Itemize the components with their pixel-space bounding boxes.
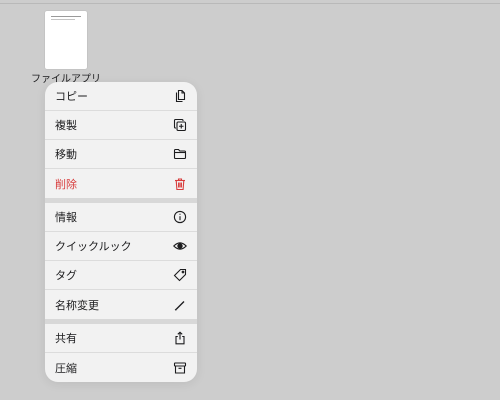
menu-item-label: タグ — [55, 269, 77, 282]
menu-item-label: 移動 — [55, 148, 77, 161]
menu-item-label: 圧縮 — [55, 361, 77, 375]
context-menu: コピー 複製 移動 削除 情報 クイックルック タグ 名称変更 共有 圧縮 — [45, 82, 197, 382]
menu-item-rename[interactable]: 名称変更 — [45, 290, 197, 319]
menu-item-tag[interactable]: タグ — [45, 261, 197, 290]
menu-item-compress[interactable]: 圧縮 — [45, 353, 197, 382]
trash-icon — [173, 177, 187, 191]
menu-item-delete[interactable]: 削除 — [45, 169, 197, 198]
thumbnail-text-line — [51, 19, 75, 20]
file-thumbnail[interactable] — [45, 11, 87, 69]
menu-item-duplicate[interactable]: 複製 — [45, 111, 197, 140]
menu-item-info[interactable]: 情報 — [45, 203, 197, 232]
menu-item-label: 削除 — [55, 177, 77, 191]
share-icon — [173, 331, 187, 345]
folder-icon — [173, 147, 187, 161]
menu-item-label: 複製 — [55, 119, 77, 132]
menu-item-label: 名称変更 — [55, 298, 99, 312]
menu-item-share[interactable]: 共有 — [45, 324, 197, 353]
menu-item-label: クイックルック — [55, 240, 132, 253]
pencil-icon — [173, 298, 187, 312]
thumbnail-text-line — [51, 16, 81, 17]
duplicate-icon — [173, 118, 187, 132]
eye-icon — [173, 239, 187, 253]
info-icon — [173, 210, 187, 224]
copy-icon — [173, 89, 187, 103]
top-divider — [0, 3, 500, 4]
tag-icon — [173, 268, 187, 282]
menu-item-label: 共有 — [55, 332, 77, 345]
menu-item-label: コピー — [55, 90, 88, 103]
menu-item-copy[interactable]: コピー — [45, 82, 197, 111]
menu-item-label: 情報 — [55, 211, 77, 224]
menu-item-quick-look[interactable]: クイックルック — [45, 232, 197, 261]
archive-icon — [173, 361, 187, 375]
menu-item-move[interactable]: 移動 — [45, 140, 197, 169]
